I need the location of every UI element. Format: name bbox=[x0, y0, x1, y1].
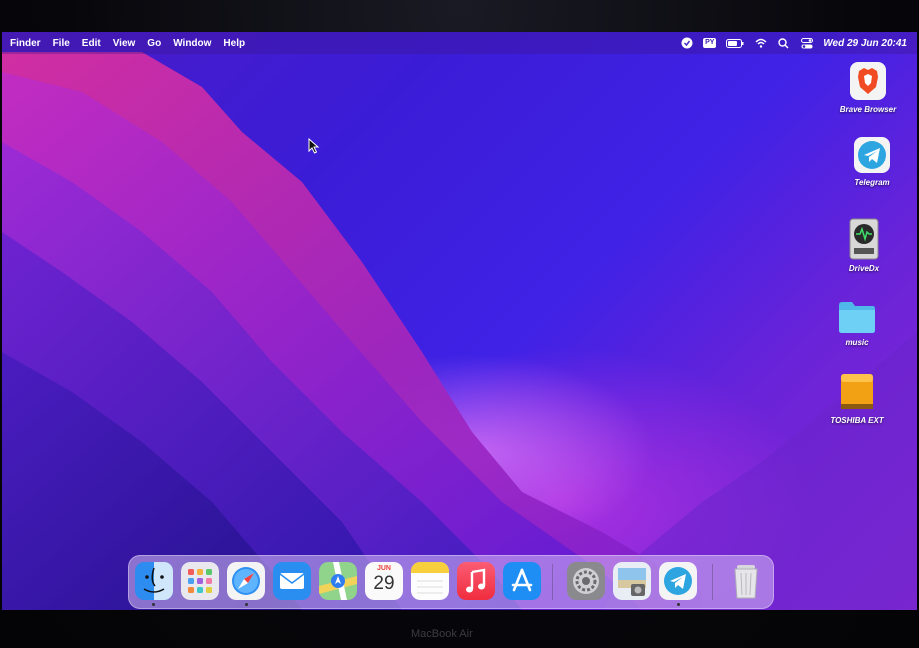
folder-icon bbox=[839, 302, 875, 333]
drivedx-icon bbox=[849, 218, 879, 260]
dock-separator bbox=[552, 564, 553, 600]
dock-finder-icon[interactable] bbox=[135, 562, 173, 600]
dock-trash-icon[interactable] bbox=[727, 562, 765, 600]
mouse-pointer-icon bbox=[308, 138, 320, 154]
menu-window[interactable]: Window bbox=[173, 38, 211, 49]
desktop-icon-brave[interactable]: Brave Browser bbox=[828, 61, 908, 114]
dock: JUN 29 bbox=[128, 555, 774, 609]
running-indicator bbox=[152, 603, 155, 606]
menu-clock[interactable]: Wed 29 Jun 20:41 bbox=[823, 38, 907, 49]
desktop-screen: Finder File Edit View Go Window Help PY bbox=[2, 32, 917, 610]
dock-telegram-icon[interactable] bbox=[659, 562, 697, 600]
dock-maps-icon[interactable] bbox=[319, 562, 357, 600]
menu-file[interactable]: File bbox=[53, 38, 70, 49]
desktop-icon-telegram[interactable]: Telegram bbox=[832, 136, 912, 187]
dock-system-preferences-icon[interactable] bbox=[567, 562, 605, 600]
desktop-icon-label: music bbox=[845, 338, 869, 347]
desktop-icon-drivedx[interactable]: DriveDx bbox=[824, 218, 904, 273]
brave-browser-icon bbox=[850, 62, 886, 100]
calendar-day: 29 bbox=[373, 573, 395, 594]
menu-bar: Finder File Edit View Go Window Help PY bbox=[2, 32, 917, 54]
calendar-month: JUN bbox=[376, 565, 391, 572]
menu-app-name[interactable]: Finder bbox=[10, 38, 41, 49]
desktop-icon-label: TOSHIBA EXT bbox=[830, 416, 884, 425]
menu-help[interactable]: Help bbox=[223, 38, 245, 49]
battery-icon[interactable] bbox=[726, 38, 744, 49]
dock-preview-icon[interactable] bbox=[613, 562, 651, 600]
desktop-icon-label: Telegram bbox=[854, 178, 890, 187]
dock-safari-icon[interactable] bbox=[227, 562, 265, 600]
dock-app-store-icon[interactable] bbox=[503, 562, 541, 600]
dock-mail-icon[interactable] bbox=[273, 562, 311, 600]
vpn-icon[interactable] bbox=[680, 37, 693, 49]
dock-music-icon[interactable] bbox=[457, 562, 495, 600]
dock-separator bbox=[712, 564, 713, 600]
py-keyboard-icon[interactable]: PY bbox=[703, 38, 717, 49]
wifi-icon[interactable] bbox=[754, 38, 767, 49]
desktop-icon-music-folder[interactable]: music bbox=[817, 300, 897, 347]
desktop-icon-label: Brave Browser bbox=[839, 105, 897, 114]
py-badge: PY bbox=[703, 38, 717, 48]
external-drive-icon bbox=[841, 374, 873, 409]
telegram-icon bbox=[854, 137, 890, 173]
running-indicator bbox=[677, 603, 680, 606]
device-label: MacBook Air bbox=[411, 628, 473, 640]
menu-go[interactable]: Go bbox=[147, 38, 161, 49]
wallpaper bbox=[2, 52, 917, 610]
control-center-icon[interactable] bbox=[800, 37, 813, 49]
desktop-icon-toshiba[interactable]: TOSHIBA EXT bbox=[817, 372, 897, 425]
running-indicator bbox=[245, 603, 248, 606]
dock-launchpad-icon[interactable] bbox=[181, 562, 219, 600]
menu-view[interactable]: View bbox=[113, 38, 136, 49]
spotlight-search-icon[interactable] bbox=[777, 37, 790, 49]
menu-edit[interactable]: Edit bbox=[82, 38, 101, 49]
dock-calendar-icon[interactable]: JUN 29 bbox=[365, 562, 403, 600]
desktop-icon-label: DriveDx bbox=[848, 264, 880, 273]
dock-notes-icon[interactable] bbox=[411, 562, 449, 600]
